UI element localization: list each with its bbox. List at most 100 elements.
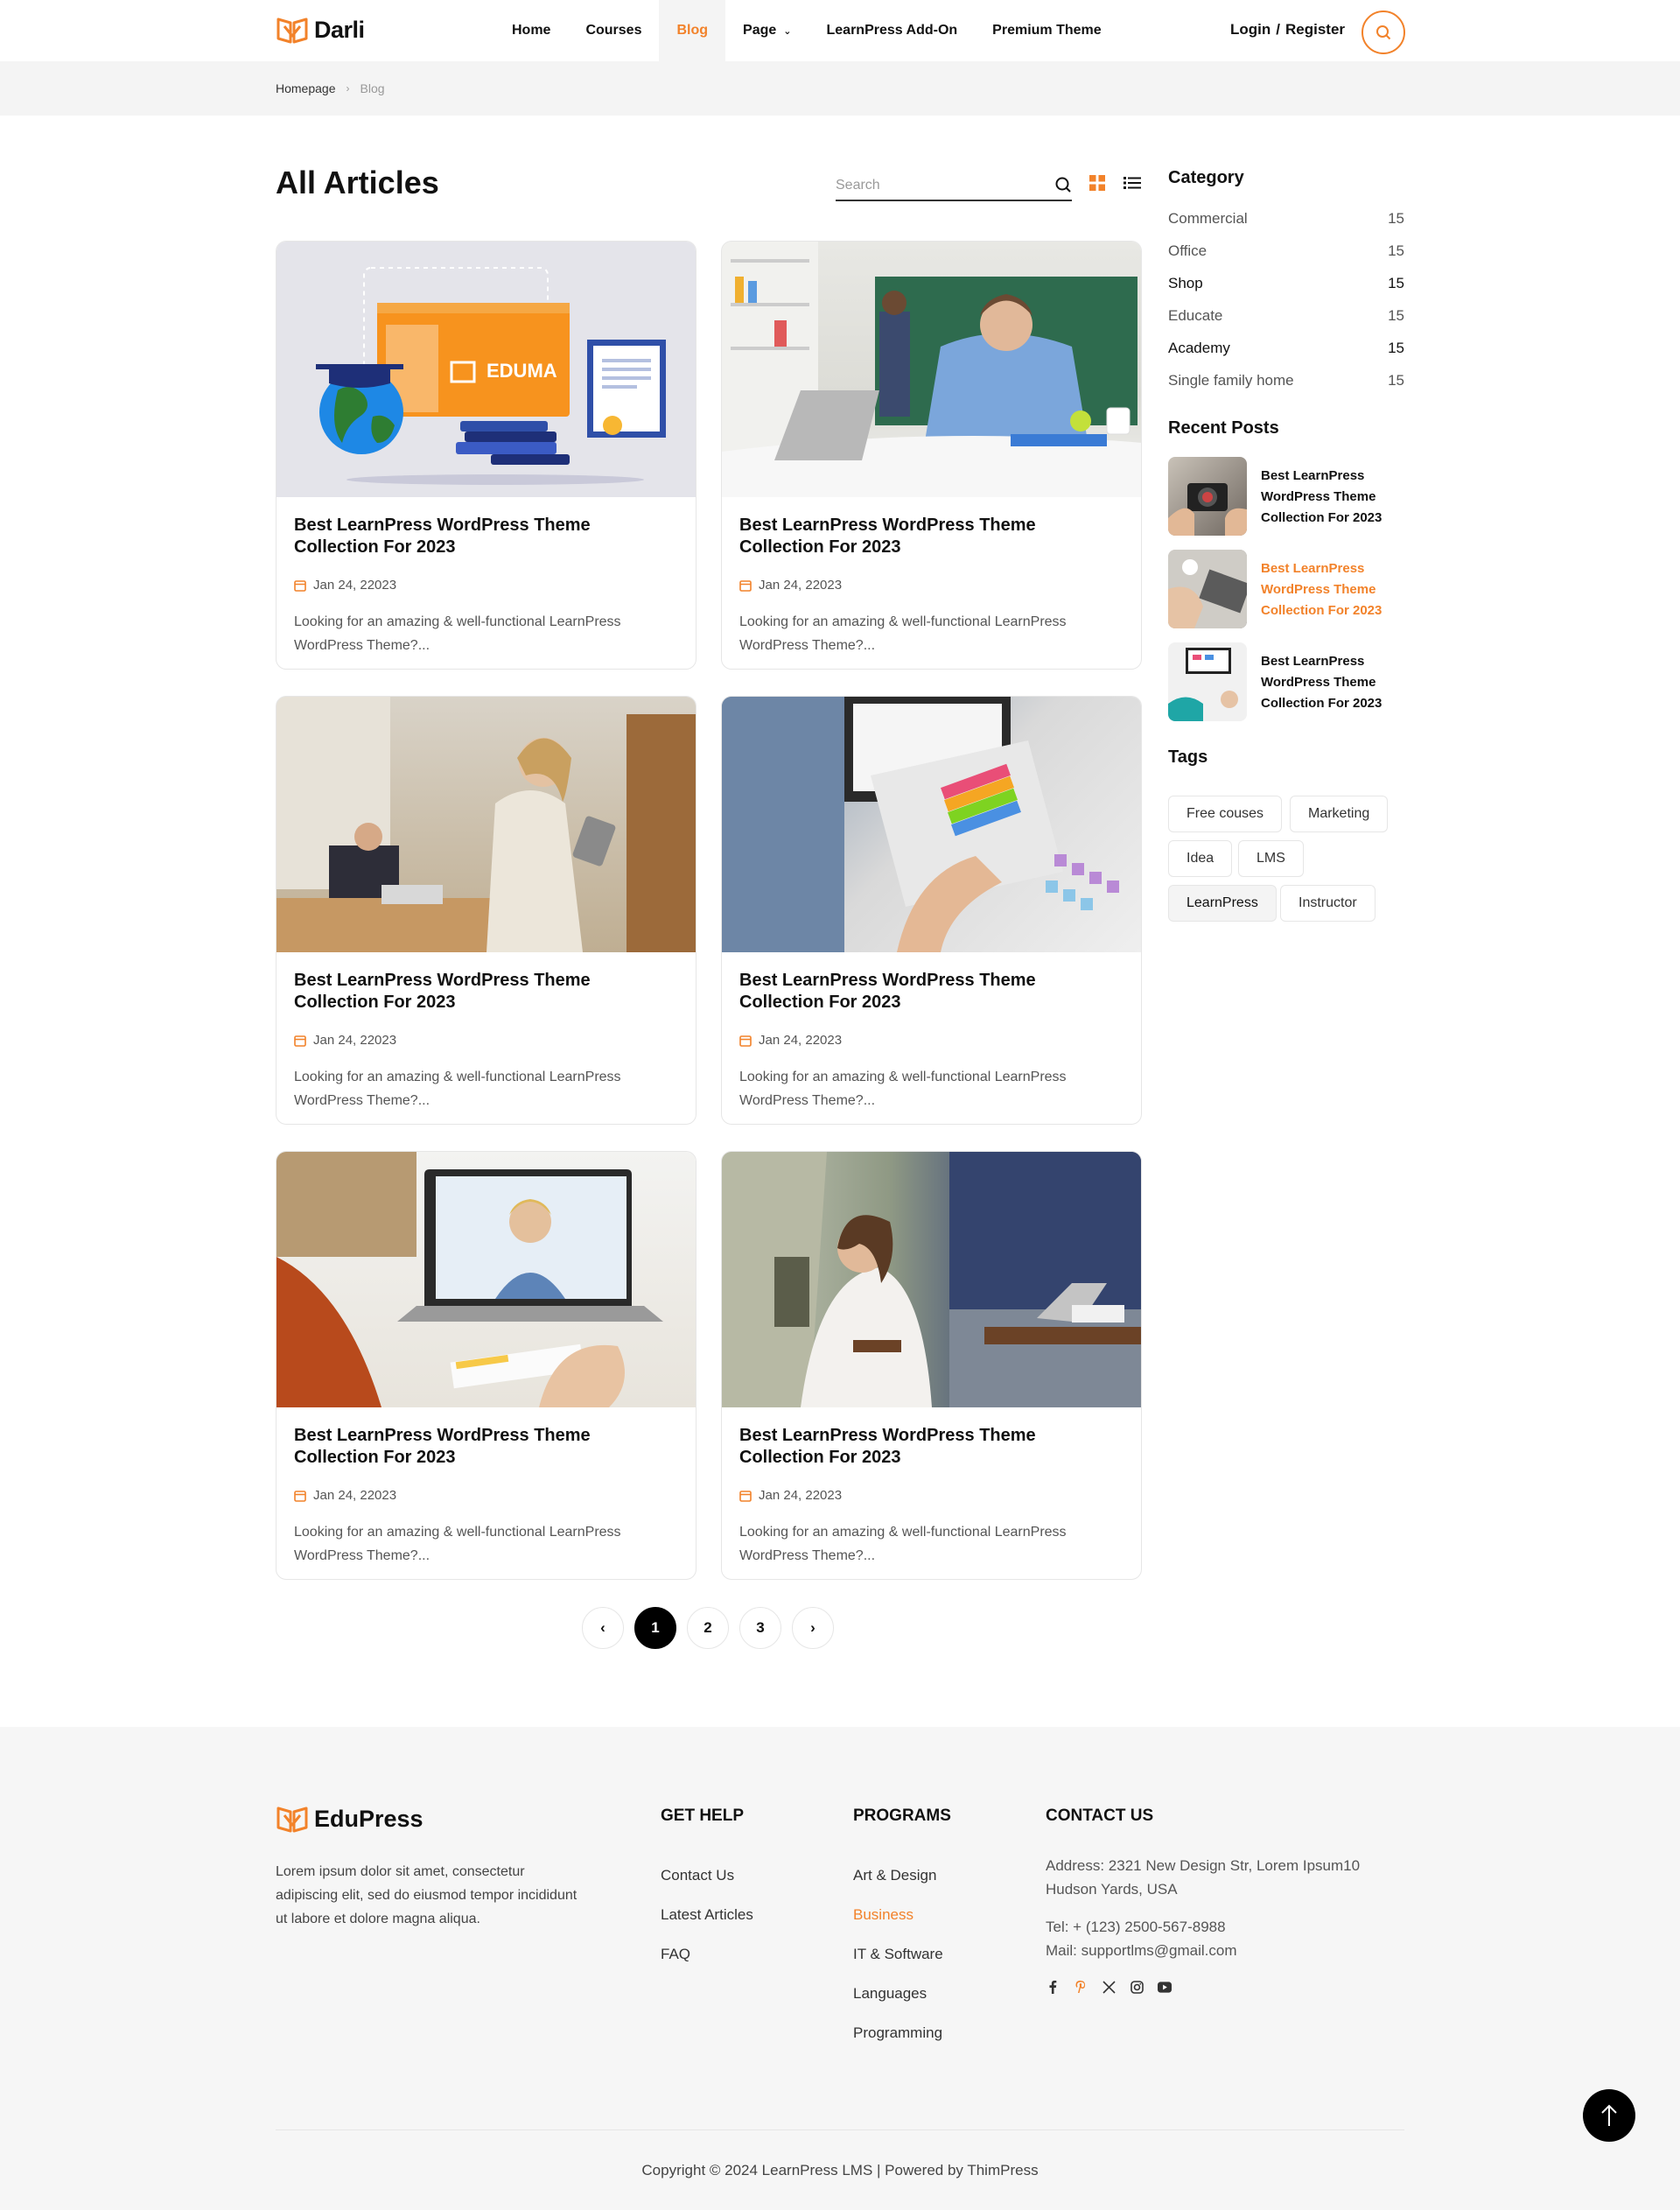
article-card[interactable]: Best LearnPress WordPress Theme Collecti… [721,696,1142,1125]
category-item[interactable]: Academy 15 [1168,340,1404,357]
nav-home[interactable]: Home [494,0,568,61]
nav-page[interactable]: Page ⌄ [725,0,808,61]
header-search-button[interactable] [1362,11,1405,54]
youtube-icon[interactable] [1158,1980,1172,1994]
article-thumbnail[interactable] [276,1152,696,1407]
laptop-desk-photo [1168,648,1238,721]
category-item[interactable]: Single family home 15 [1168,372,1404,389]
grid-view-icon[interactable] [1089,175,1105,191]
category-item[interactable]: Shop 15 [1168,275,1404,292]
programs-heading: PROGRAMS [853,1807,951,1825]
nav-courses[interactable]: Courses [568,0,659,61]
search-icon[interactable] [1054,176,1072,193]
category-count: 15 [1388,242,1404,259]
auth-links: Login / Register [1230,21,1345,39]
footer-link-art-design[interactable]: Art & Design [853,1867,936,1884]
nav-learnpress-addon[interactable]: LearnPress Add-On [809,0,976,61]
category-item[interactable]: Educate 15 [1168,307,1404,325]
article-title[interactable]: Best LearnPress WordPress Theme Collecti… [739,515,1124,558]
tag-idea[interactable]: Idea [1168,840,1233,877]
article-thumbnail[interactable] [722,1152,1141,1407]
tag-marketing[interactable]: Marketing [1290,796,1389,832]
get-help-heading: GET HELP [661,1807,745,1825]
recent-post[interactable]: Best LearnPress WordPress Theme Collecti… [1168,550,1409,628]
recent-post-thumbnail[interactable] [1168,550,1247,628]
footer-link-it-software[interactable]: IT & Software [853,1946,943,1963]
breadcrumb-home[interactable]: Homepage [276,81,336,95]
nav-blog[interactable]: Blog [659,0,726,61]
next-page-button[interactable]: › [792,1607,834,1649]
article-title[interactable]: Best LearnPress WordPress Theme Collecti… [739,970,1124,1014]
article-thumbnail[interactable] [276,697,696,952]
recent-post-thumbnail[interactable] [1168,457,1247,536]
footer-link-faq[interactable]: FAQ [661,1946,690,1963]
classroom-photo [722,242,1141,497]
article-thumbnail[interactable]: EDUMA [276,242,696,497]
pinterest-icon[interactable] [1074,1980,1088,1994]
page-button-2[interactable]: 2 [687,1607,729,1649]
search-input[interactable] [836,172,1037,200]
article-excerpt: Looking for an amazing & well-functional… [294,614,621,653]
back-to-top-button[interactable] [1583,2089,1635,2142]
category-name: Educate [1168,307,1223,324]
footer-link-contact-us[interactable]: Contact Us [661,1867,734,1884]
recent-post-title[interactable]: Best LearnPress WordPress Theme Collecti… [1261,558,1405,621]
nav-premium-theme[interactable]: Premium Theme [975,0,1118,61]
footer-mail: Mail: supportlms@gmail.com [1046,1942,1237,1959]
footer-link-latest-articles[interactable]: Latest Articles [661,1906,753,1924]
footer-divider [276,2129,1404,2130]
prev-page-button[interactable]: ‹ [582,1607,624,1649]
article-thumbnail[interactable] [722,242,1141,497]
eduma-badge: EDUMA [486,360,557,382]
register-link[interactable]: Register [1285,21,1345,38]
article-title[interactable]: Best LearnPress WordPress Theme Collecti… [294,1425,679,1469]
article-search [836,172,1072,201]
brand-logo[interactable]: Darli [276,15,365,45]
article-title[interactable]: Best LearnPress WordPress Theme Collecti… [294,515,679,558]
tag-free-couses[interactable]: Free couses [1168,796,1283,832]
category-count: 15 [1388,307,1404,324]
category-name: Academy [1168,340,1230,356]
instagram-icon[interactable] [1130,1980,1144,1994]
list-view-icon[interactable] [1124,175,1141,191]
recent-post-thumbnail[interactable] [1168,642,1247,721]
category-count: 15 [1388,340,1404,356]
login-link[interactable]: Login [1230,21,1270,38]
recent-post-title[interactable]: Best LearnPress WordPress Theme Collecti… [1261,466,1405,529]
article-card[interactable]: Best LearnPress WordPress Theme Collecti… [276,696,696,1125]
nav-blog-label: Blog [676,23,709,38]
article-card[interactable]: Best LearnPress WordPress Theme Collecti… [721,1151,1142,1580]
category-item[interactable]: Commercial 15 [1168,210,1404,228]
article-card[interactable]: Best LearnPress WordPress Theme Collecti… [721,241,1142,670]
footer-link-programming[interactable]: Programming [853,2024,942,2042]
tag-instructor[interactable]: Instructor [1280,885,1376,922]
tag-lms[interactable]: LMS [1238,840,1304,877]
footer-link-languages[interactable]: Languages [853,1985,927,2003]
recent-post[interactable]: Best LearnPress WordPress Theme Collecti… [1168,642,1409,721]
article-card[interactable]: Best LearnPress WordPress Theme Collecti… [276,1151,696,1580]
camera-photo [1168,483,1247,536]
article-title[interactable]: Best LearnPress WordPress Theme Collecti… [739,1425,1124,1469]
nav-home-label: Home [512,23,551,38]
recent-post[interactable]: Best LearnPress WordPress Theme Collecti… [1168,457,1409,536]
article-card[interactable]: EDUMA Best LearnPress WordPress Theme Co… [276,241,696,670]
article-title[interactable]: Best LearnPress WordPress Theme Collecti… [294,970,679,1014]
article-thumbnail[interactable] [722,697,1141,952]
category-name: Office [1168,242,1208,259]
calendar-icon [739,1035,752,1047]
page-button-1[interactable]: 1 [634,1607,676,1649]
footer-logo[interactable]: EduPress [276,1804,424,1834]
footer-link-business[interactable]: Business [853,1906,914,1924]
chevron-right-icon: › [810,1619,816,1636]
tag-learnpress[interactable]: LearnPress [1168,885,1277,922]
article-date: Jan 24, 22023 [739,578,842,593]
calendar-icon [294,1035,306,1047]
category-item[interactable]: Office 15 [1168,242,1404,260]
article-excerpt: Looking for an amazing & well-functional… [739,614,1067,653]
page-button-3[interactable]: 3 [739,1607,781,1649]
category-count: 15 [1388,372,1404,389]
x-icon[interactable] [1102,1980,1116,1994]
nav-page-label: Page [743,23,777,38]
recent-post-title[interactable]: Best LearnPress WordPress Theme Collecti… [1261,651,1405,714]
facebook-icon[interactable] [1046,1980,1060,1994]
